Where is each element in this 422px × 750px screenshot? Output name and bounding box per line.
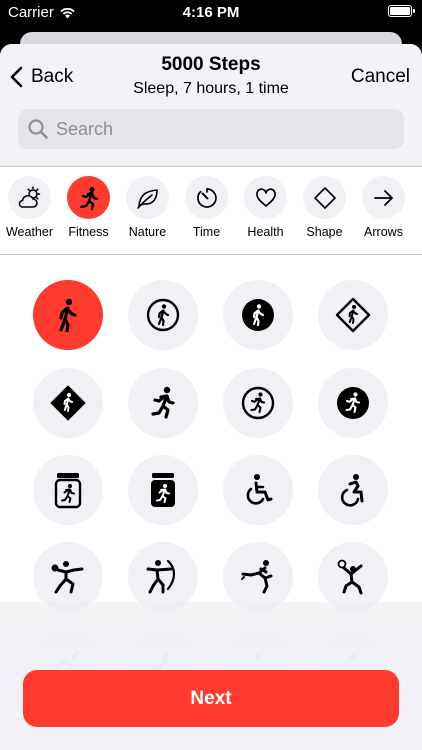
category-time[interactable]: Time — [177, 167, 236, 253]
icon-option[interactable] — [318, 368, 388, 438]
icon-option[interactable] — [223, 455, 293, 525]
category-health[interactable]: Health — [236, 167, 295, 253]
icon-option[interactable] — [128, 455, 198, 525]
category-weather[interactable]: Weather — [0, 167, 59, 253]
category-nature-bubble — [126, 176, 169, 219]
heart-icon — [255, 187, 276, 207]
figure-run-icon — [79, 186, 98, 210]
figure-wheelchair-icon — [246, 474, 273, 505]
leaf-icon — [136, 188, 158, 209]
arrow-right-icon — [373, 189, 393, 206]
icon-option[interactable] — [33, 368, 103, 438]
figure-archery-icon — [146, 559, 176, 594]
figure-walk-circle-fill-icon — [242, 299, 274, 331]
figure-escalator-icon — [54, 473, 82, 509]
category-label: Shape — [306, 225, 343, 239]
icon-option[interactable] — [318, 455, 388, 525]
search-input[interactable] — [56, 118, 356, 140]
category-health-bubble — [244, 176, 287, 219]
icon-option[interactable] — [33, 280, 103, 350]
cancel-button[interactable]: Cancel — [351, 66, 410, 88]
figure-baseball-icon — [51, 561, 84, 594]
figure-wheelchair-motion-icon — [340, 474, 364, 507]
category-label: Arrows — [364, 225, 403, 239]
category-label: Health — [247, 225, 284, 239]
figure-run-circle-fill-icon — [337, 387, 369, 419]
figure-escalator-fill-icon — [151, 473, 175, 507]
category-label: Nature — [128, 225, 167, 239]
category-shape[interactable]: Shape — [295, 167, 354, 253]
status-bar: Carrier 4:16 PM — [0, 0, 422, 26]
timer-icon — [196, 187, 217, 208]
next-button[interactable]: Next — [23, 670, 399, 727]
category-shape-bubble — [303, 176, 346, 219]
icon-option[interactable] — [128, 280, 198, 350]
category-fitness[interactable]: Fitness — [59, 167, 118, 253]
category-label: Fitness — [68, 225, 109, 239]
navigation-header: Back 5000 Steps Sleep, 7 hours, 1 time C… — [0, 44, 422, 166]
category-time-bubble — [185, 176, 228, 219]
category-fitness-bubble — [67, 176, 110, 219]
figure-run-icon — [151, 386, 175, 419]
category-label: Weather — [5, 225, 53, 239]
search-bar[interactable] — [18, 109, 404, 149]
category-label: Time — [192, 225, 221, 239]
icon-option[interactable] — [318, 280, 388, 350]
search-icon — [28, 119, 48, 139]
category-arrows-bubble — [362, 176, 405, 219]
category-weather-bubble — [8, 176, 51, 219]
figure-run-circle-icon — [241, 386, 275, 420]
category-nature[interactable]: Nature — [118, 167, 177, 253]
clock: 4:16 PM — [182, 4, 240, 21]
figure-walk-circle-icon — [146, 298, 180, 332]
figure-kickboxing-icon — [241, 560, 273, 594]
icon-option[interactable] — [223, 368, 293, 438]
cloud-sun-icon — [18, 185, 40, 208]
category-bar: Weather Fitness Nature Time Health Shape… — [0, 167, 422, 253]
icon-option[interactable] — [128, 368, 198, 438]
figure-volleyball-icon — [337, 559, 363, 595]
icon-option[interactable] — [223, 280, 293, 350]
figure-walk-diamond-fill-icon — [50, 385, 86, 421]
figure-walk-diamond-icon — [335, 297, 371, 333]
icon-option[interactable] — [33, 455, 103, 525]
figure-walk-icon — [59, 298, 77, 332]
diamond-icon — [313, 186, 336, 209]
battery-icon — [388, 5, 415, 17]
category-arrows[interactable]: Arrows — [354, 167, 413, 253]
